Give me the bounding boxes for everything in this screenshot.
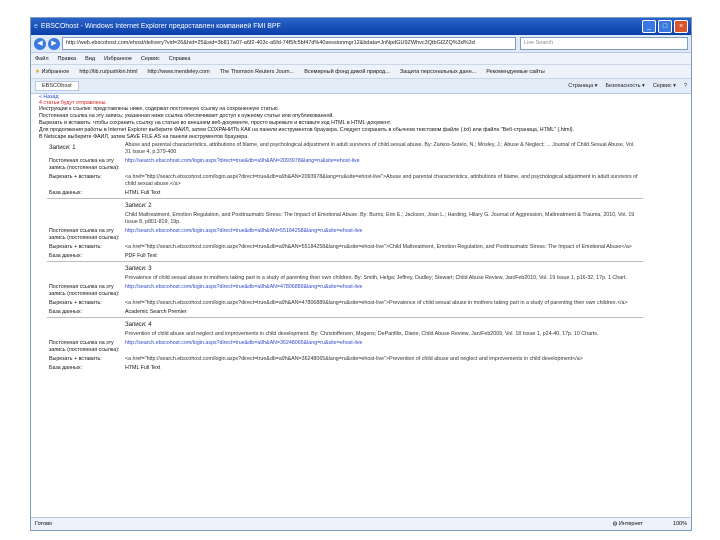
title-bar: e EBSCOhost - Windows Internet Explorer … <box>31 18 691 35</box>
command-bar: Страница ▾ Безопасность ▾ Сервис ▾ ? <box>560 83 687 89</box>
menu-bar: Файл Правка Вид Избранное Сервис Справка <box>31 53 691 65</box>
database-label: База данных: <box>49 365 83 371</box>
status-bar: Готово ◍ Интернет 100% <box>31 517 691 530</box>
back-arrow-icon[interactable]: ◀ <box>34 37 46 50</box>
permalink-label: Постоянная ссылка на эту запись (постоян… <box>49 340 120 353</box>
database-value: PDF Full Text <box>125 253 157 259</box>
menu-favorites[interactable]: Избранное <box>104 56 132 62</box>
instruction-line: Для продолжения работы в Internet Explor… <box>39 127 575 133</box>
address-bar: ◀ ▶ http://web.ebscohost.com/ehost/deliv… <box>31 35 691 53</box>
instruction-line: Вырезать и вставить: чтобы сохранить ссы… <box>39 120 392 126</box>
favorite-item[interactable]: Защита персональных данн... <box>400 69 476 75</box>
browser-window: e EBSCOhost - Windows Internet Explorer … <box>30 17 692 531</box>
page-menu[interactable]: Страница ▾ <box>568 83 597 89</box>
record-header: Записи: 4 <box>125 322 152 328</box>
cutpaste-code[interactable]: <a href="http://search.ebscohost.com/log… <box>123 243 643 252</box>
ie-logo-icon: e <box>34 23 38 30</box>
cutpaste-label: Вырезать + вставить: <box>49 356 102 362</box>
cutpaste-label: Вырезать + вставить: <box>49 174 102 180</box>
cutpaste-code[interactable]: <a href="http://search.ebscohost.com/log… <box>123 299 643 308</box>
menu-file[interactable]: Файл <box>35 56 49 62</box>
instruction-line: Постоянная ссылка на эту запись: указанн… <box>39 113 334 119</box>
help-icon[interactable]: ? <box>684 83 687 89</box>
safety-menu[interactable]: Безопасность ▾ <box>605 83 644 89</box>
database-label: База данных: <box>49 190 83 196</box>
menu-help[interactable]: Справка <box>169 56 191 62</box>
favorite-item[interactable]: The Thomson Reuters Journ... <box>220 69 295 75</box>
favorites-bar: ★ Избранное http://lib.ru/pushkin.html h… <box>31 65 691 79</box>
forward-arrow-icon[interactable]: ▶ <box>48 37 60 50</box>
record-citation: Child Maltreatment, Emotion Regulation, … <box>125 212 635 225</box>
status-text: Готово <box>35 521 52 527</box>
cutpaste-label: Вырезать + вставить: <box>49 244 102 250</box>
globe-icon: ◍ <box>612 521 618 527</box>
cutpaste-code[interactable]: <a href="http://search.ebscohost.com/log… <box>123 173 643 189</box>
cutpaste-label: Вырезать + вставить: <box>49 300 102 306</box>
favorites-button[interactable]: ★ Избранное <box>35 69 69 75</box>
database-value: Academic Search Premier <box>125 309 187 315</box>
record-header: Записи: 1 <box>49 145 76 151</box>
search-input[interactable]: Live Search <box>520 37 688 50</box>
record-header: Записи: 2 <box>125 203 152 209</box>
star-icon: ★ <box>35 68 40 75</box>
tab-ebscohost[interactable]: EBSCOhost <box>35 81 79 91</box>
permalink-label: Постоянная ссылка на эту запись (постоян… <box>49 158 120 171</box>
favorite-item[interactable]: http://www.mendeley.com <box>147 69 209 75</box>
favorite-item[interactable]: Всемирный фонд дикой природ... <box>304 69 390 75</box>
tools-menu[interactable]: Сервис ▾ <box>653 83 676 89</box>
record-citation: Prevention of child abuse and neglect an… <box>125 331 599 337</box>
permalink-label: Постоянная ссылка на эту запись (постоян… <box>49 228 120 241</box>
database-label: База данных: <box>49 309 83 315</box>
page-content: « Назад 4 статьи будут отправлены. Инстр… <box>31 91 691 518</box>
instruction-line: Инструкции к ссылке: представлены ниже, … <box>39 106 280 112</box>
record-header: Записи: 3 <box>125 266 152 272</box>
instruction-line: В Netscape выберите ФАЙЛ, затем SAVE FIL… <box>39 134 249 140</box>
permalink-label: Постоянная ссылка на эту запись (постоян… <box>49 284 120 297</box>
menu-view[interactable]: Вид <box>85 56 95 62</box>
window-title: EBSCOhost - Windows Internet Explorer пр… <box>40 23 281 30</box>
zoom-level[interactable]: 100% <box>673 521 687 527</box>
instructions: Инструкции к ссылке: представлены ниже, … <box>39 106 683 141</box>
permalink-link[interactable]: http://search.ebscohost.com/login.aspx?d… <box>125 228 362 234</box>
permalink-link[interactable]: http://search.ebscohost.com/login.aspx?d… <box>125 284 362 290</box>
database-value: HTML Full Text <box>125 190 161 196</box>
favorite-item[interactable]: http://lib.ru/pushkin.html <box>79 69 137 75</box>
url-input[interactable]: http://web.ebscohost.com/ehost/delivery?… <box>62 37 516 50</box>
records-table: Записи: 1 Abuse and parental characteris… <box>47 141 643 373</box>
favorite-item[interactable]: Рекомендуемые сайты <box>486 69 545 75</box>
database-label: База данных: <box>49 253 83 259</box>
permalink-link[interactable]: http://search.ebscohost.com/login.aspx?d… <box>125 340 362 346</box>
record-citation: Abuse and parental characteristics, attr… <box>125 142 635 155</box>
maximize-button[interactable]: □ <box>658 20 672 33</box>
close-button[interactable]: × <box>674 20 688 33</box>
security-zone: ◍ Интернет <box>612 521 643 527</box>
permalink-link[interactable]: http://search.ebscohost.com/login.aspx?d… <box>125 158 360 164</box>
minimize-button[interactable]: _ <box>642 20 656 33</box>
menu-edit[interactable]: Правка <box>58 56 77 62</box>
database-value: HTML Full Text <box>125 365 161 371</box>
cutpaste-code[interactable]: <a href="http://search.ebscohost.com/log… <box>123 355 643 364</box>
record-citation: Prevalence of child sexual abuse in moth… <box>125 275 627 281</box>
menu-tools[interactable]: Сервис <box>141 56 160 62</box>
